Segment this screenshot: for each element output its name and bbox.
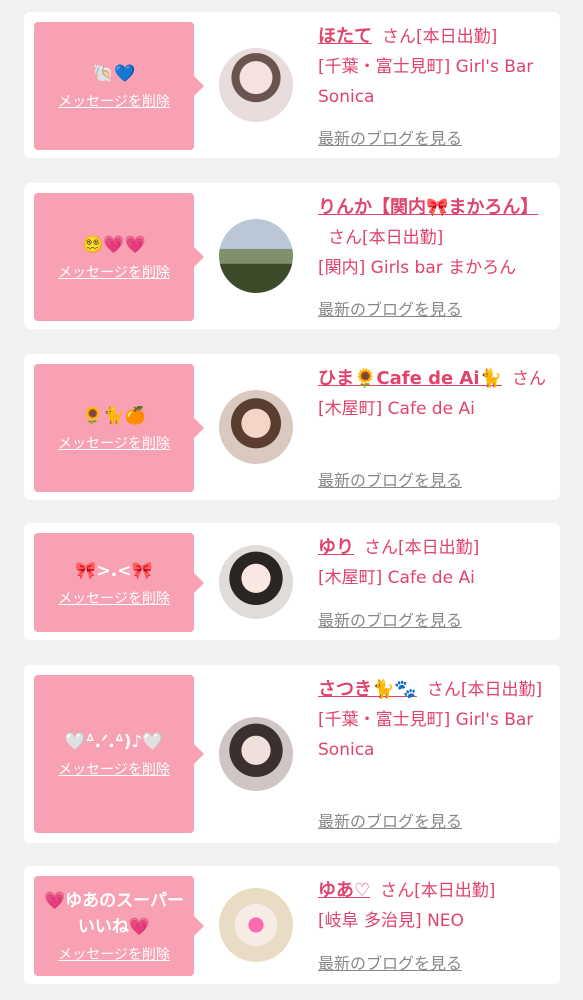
- avatar[interactable]: [219, 219, 293, 293]
- shop-name: [千葉・富士見町] Girl's Bar Sonica: [318, 710, 534, 760]
- user-name-link[interactable]: りんか【関内🎀まかろん】: [318, 197, 538, 218]
- shop-name: [木屋町] Cafe de Ai: [318, 399, 475, 419]
- message-bubble: 😵‍💫💗💗 メッセージを削除: [34, 193, 194, 321]
- delete-message-link[interactable]: メッセージを削除: [58, 262, 170, 282]
- delete-message-link[interactable]: メッセージを削除: [58, 759, 170, 779]
- work-status: [本日出勤]: [460, 680, 543, 700]
- list-item: 💗ゆあのスーパーいいね💗 メッセージを削除 ゆあ♡ さん[本日出勤] [岐阜 多治…: [24, 866, 560, 984]
- user-info: ゆあ♡ さん[本日出勤] [岐阜 多治見] NEO: [318, 876, 554, 936]
- message-text: 😵‍💫💗💗: [82, 235, 146, 255]
- shop-name: [岐阜 多治見] NEO: [318, 911, 464, 931]
- honorific: さん: [364, 538, 398, 558]
- message-list: 🐚💙 メッセージを削除 ほたて さん[本日出勤] [千葉・富士見町] Girl's…: [0, 0, 583, 1000]
- honorific: さん: [328, 228, 362, 248]
- user-info: ほたて さん[本日出勤] [千葉・富士見町] Girl's Bar Sonica: [318, 22, 554, 112]
- user-name-link[interactable]: ほたて: [318, 26, 372, 47]
- avatar[interactable]: [219, 48, 293, 122]
- blog-link[interactable]: 最新のブログを見る: [318, 296, 462, 320]
- user-name-link[interactable]: ゆあ♡: [318, 880, 370, 901]
- blog-link[interactable]: 最新のブログを見る: [318, 808, 462, 832]
- message-text: 🤍ᐞ.ᐟ.ᐞ)♪🤍: [64, 732, 164, 752]
- avatar[interactable]: [219, 390, 293, 464]
- shop-name: [木屋町] Cafe de Ai: [318, 568, 475, 588]
- delete-message-link[interactable]: メッセージを削除: [58, 433, 170, 453]
- user-name-link[interactable]: ひま🌻Cafe de Ai🐈: [318, 368, 502, 389]
- message-text: 🐚💙: [92, 64, 136, 84]
- list-item: 🐚💙 メッセージを削除 ほたて さん[本日出勤] [千葉・富士見町] Girl's…: [24, 12, 560, 158]
- user-info: ゆり さん[本日出勤] [木屋町] Cafe de Ai: [318, 533, 554, 593]
- user-name-link[interactable]: ゆり: [318, 537, 354, 558]
- shop-name: [千葉・富士見町] Girl's Bar Sonica: [318, 57, 534, 107]
- message-bubble: 💗ゆあのスーパーいいね💗 メッセージを削除: [34, 876, 194, 976]
- blog-link[interactable]: 最新のブログを見る: [318, 125, 462, 149]
- honorific: さん: [511, 369, 546, 389]
- user-info: りんか【関内🎀まかろん】さん[本日出勤] [関内] Girls bar まかろん: [318, 193, 554, 283]
- honorific: さん: [380, 881, 415, 901]
- avatar[interactable]: [219, 545, 293, 619]
- message-bubble: 🌻🐈🍊 メッセージを削除: [34, 364, 194, 492]
- delete-message-link[interactable]: メッセージを削除: [58, 91, 170, 111]
- avatar[interactable]: [219, 888, 293, 962]
- message-text: 🌻🐈🍊: [82, 406, 146, 426]
- work-status: [本日出勤]: [398, 538, 480, 558]
- work-status: [本日出勤]: [362, 228, 444, 248]
- message-text: 🎀>.<🎀: [75, 560, 153, 581]
- message-text: 💗ゆあのスーパーいいね💗: [44, 891, 184, 937]
- honorific: さん: [382, 27, 416, 47]
- honorific: さん: [426, 680, 461, 700]
- delete-message-link[interactable]: メッセージを削除: [58, 944, 170, 964]
- list-item: 🌻🐈🍊 メッセージを削除 ひま🌻Cafe de Ai🐈 さん [木屋町] Cafe…: [24, 354, 560, 500]
- blog-link[interactable]: 最新のブログを見る: [318, 467, 462, 491]
- delete-message-link[interactable]: メッセージを削除: [58, 588, 170, 608]
- message-bubble: 🤍ᐞ.ᐟ.ᐞ)♪🤍 メッセージを削除: [34, 675, 194, 833]
- blog-link[interactable]: 最新のブログを見る: [318, 950, 462, 974]
- avatar[interactable]: [219, 717, 293, 791]
- user-info: ひま🌻Cafe de Ai🐈 さん [木屋町] Cafe de Ai: [318, 364, 554, 424]
- user-info: さつき🐈🐾 さん[本日出勤] [千葉・富士見町] Girl's Bar Sonic…: [318, 675, 554, 765]
- list-item: 😵‍💫💗💗 メッセージを削除 りんか【関内🎀まかろん】さん[本日出勤] [関内]…: [24, 183, 560, 329]
- work-status: [本日出勤]: [416, 27, 498, 47]
- list-item: 🤍ᐞ.ᐟ.ᐞ)♪🤍 メッセージを削除 さつき🐈🐾 さん[本日出勤] [千葉・富士見…: [24, 665, 560, 843]
- message-bubble: 🎀>.<🎀 メッセージを削除: [34, 533, 194, 632]
- list-item: 🎀>.<🎀 メッセージを削除 ゆり さん[本日出勤] [木屋町] Cafe de …: [24, 523, 560, 640]
- message-bubble: 🐚💙 メッセージを削除: [34, 22, 194, 150]
- user-name-link[interactable]: さつき🐈🐾: [318, 679, 417, 700]
- blog-link[interactable]: 最新のブログを見る: [318, 607, 462, 631]
- work-status: [本日出勤]: [414, 881, 496, 901]
- shop-name: [関内] Girls bar まかろん: [318, 258, 517, 278]
